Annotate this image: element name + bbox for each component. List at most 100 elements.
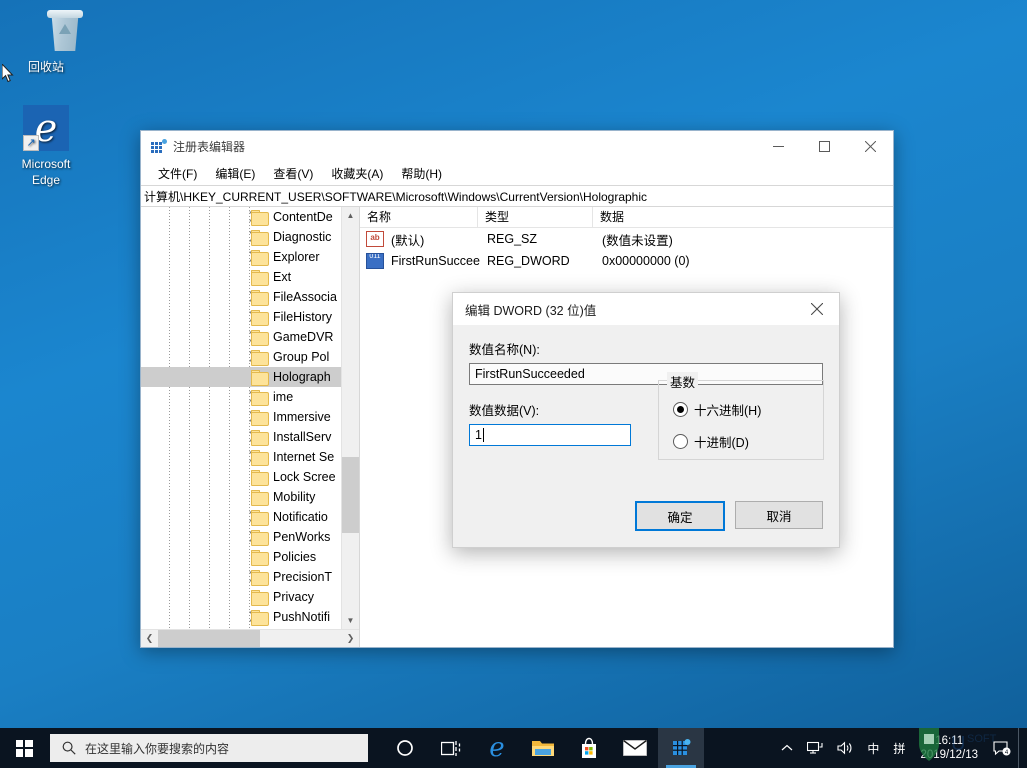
address-bar[interactable]: 计算机\HKEY_CURRENT_USER\SOFTWARE\Microsoft… xyxy=(141,185,893,207)
tree-scroll-area[interactable]: ❯ContentDe❯Diagnostic❯Explorer Ext ❯FileAs… xyxy=(141,207,359,629)
maximize-button[interactable] xyxy=(801,131,847,162)
tree-item[interactable]: ❯Immersive xyxy=(141,407,359,427)
folder-icon xyxy=(251,590,269,606)
tree-item[interactable]: ❯PrecisionT xyxy=(141,567,359,587)
dialog-close-button[interactable] xyxy=(794,293,839,325)
ime-mode-indicator[interactable]: 中 xyxy=(860,728,886,768)
tree-item-label: PrecisionT xyxy=(273,570,333,584)
folder-icon xyxy=(251,410,269,426)
scroll-up-arrow[interactable]: ▲ xyxy=(342,207,359,224)
scroll-down-arrow[interactable]: ▼ xyxy=(342,612,359,629)
tree-item-label: Explorer xyxy=(273,250,320,264)
chevron-up-icon[interactable] xyxy=(774,728,800,768)
table-row[interactable]: 011 FirstRunSuccee... REG_DWORD 0x00000000 … xyxy=(360,250,893,272)
taskbar[interactable]: 在这里输入你要搜索的内容 e 中 拼 16:11 2019/12/13 4 U … xyxy=(0,728,1027,768)
menu-view[interactable]: 查看(V) xyxy=(264,164,322,184)
tree-item-label: FileHistory xyxy=(273,310,333,324)
menu-file[interactable]: 文件(F) xyxy=(149,164,206,184)
tree-horizontal-scrollbar[interactable]: ❮ ❯ xyxy=(141,629,359,647)
taskbar-clock[interactable]: 16:11 2019/12/13 xyxy=(912,728,986,768)
tree-vertical-scrollbar[interactable]: ▲ ▼ xyxy=(341,207,359,629)
tree-item[interactable]: ❯PenWorks xyxy=(141,527,359,547)
scroll-right-arrow[interactable]: ❯ xyxy=(342,630,359,647)
network-icon[interactable] xyxy=(800,728,830,768)
desktop-icon-label: 回收站 xyxy=(27,60,64,74)
clock-date: 2019/12/13 xyxy=(920,749,978,761)
desktop-icon-microsoft-edge[interactable]: e ↗ Microsoft Edge xyxy=(4,103,88,187)
system-tray[interactable]: 中 拼 16:11 2019/12/13 4 xyxy=(774,728,1027,768)
folder-icon xyxy=(251,210,269,226)
table-row[interactable]: ab (默认) REG_SZ (数值未设置) xyxy=(360,228,893,250)
cortana-icon[interactable] xyxy=(382,728,428,768)
mail-icon[interactable] xyxy=(612,728,658,768)
cell-name: (默认) xyxy=(391,233,425,248)
tree-item-label: Notificatio xyxy=(273,510,328,524)
tree-item[interactable]: Ext xyxy=(141,267,359,287)
tree-item[interactable]: ❯ContentDe xyxy=(141,207,359,227)
ime-pinyin-indicator[interactable]: 拼 xyxy=(886,728,912,768)
menu-help[interactable]: 帮助(H) xyxy=(392,164,451,184)
dialog-titlebar[interactable]: 编辑 DWORD (32 位)值 xyxy=(453,293,839,325)
clock-time: 16:11 xyxy=(935,735,964,747)
action-center-icon[interactable]: 4 xyxy=(986,728,1018,768)
column-header-data[interactable]: 数据 xyxy=(593,207,883,227)
tree-item-selected[interactable]: Holograph xyxy=(141,367,359,387)
column-header-type[interactable]: 类型 xyxy=(478,207,593,227)
ok-button[interactable]: 确定 xyxy=(635,501,725,531)
start-button[interactable] xyxy=(0,728,48,768)
tree-item-label: PushNotifi xyxy=(273,610,330,624)
value-data-input[interactable]: 1 xyxy=(469,424,631,446)
cell-data: 0x00000000 (0) xyxy=(602,254,690,268)
scroll-left-arrow[interactable]: ❮ xyxy=(141,630,158,647)
task-view-icon[interactable] xyxy=(428,728,474,768)
volume-icon[interactable] xyxy=(830,728,860,768)
window-titlebar[interactable]: 注册表编辑器 xyxy=(141,131,893,162)
tree-item[interactable]: ❯Group Pol xyxy=(141,347,359,367)
tree-item[interactable]: ❯Internet Se xyxy=(141,447,359,467)
tree-item[interactable]: Lock Scree xyxy=(141,467,359,487)
tree-item-label: Immersive xyxy=(273,410,331,424)
radio-decimal[interactable]: 十进制(D) xyxy=(673,432,823,451)
file-explorer-icon[interactable] xyxy=(520,728,566,768)
desktop-icon-label-line1: Microsoft xyxy=(21,157,71,171)
menu-edit[interactable]: 编辑(E) xyxy=(206,164,264,184)
tree-item[interactable]: ❯PushNotifi xyxy=(141,607,359,627)
horizontal-scroll-thumb[interactable] xyxy=(158,630,260,647)
tree-item[interactable]: Privacy xyxy=(141,587,359,607)
tree-item[interactable]: ❯GameDVR xyxy=(141,327,359,347)
menu-favorites[interactable]: 收藏夹(A) xyxy=(322,164,392,184)
radio-decimal-label: 十进制(D) xyxy=(694,436,749,450)
tree-item[interactable]: ❯Explorer xyxy=(141,247,359,267)
desktop-icon-recycle-bin[interactable]: 回收站 xyxy=(4,8,88,74)
vertical-scroll-thumb[interactable] xyxy=(342,457,359,533)
edge-icon[interactable]: e xyxy=(474,728,520,768)
menu-bar[interactable]: 文件(F) 编辑(E) 查看(V) 收藏夹(A) 帮助(H) xyxy=(141,162,893,185)
tree-item[interactable]: ❯Diagnostic xyxy=(141,227,359,247)
tree-item-label: ContentDe xyxy=(273,210,333,224)
cancel-button[interactable]: 取消 xyxy=(735,501,823,529)
folder-icon xyxy=(251,550,269,566)
edit-dword-dialog[interactable]: 编辑 DWORD (32 位)值 数值名称(N): FirstRunSuccee… xyxy=(452,292,840,548)
desktop[interactable]: 回收站 e ↗ Microsoft Edge 注册表编辑器 文件(F) 编辑(E… xyxy=(0,0,1027,768)
radio-hexadecimal[interactable]: 十六进制(H) xyxy=(673,400,823,419)
tree-item[interactable]: ❯Notificatio xyxy=(141,507,359,527)
dialog-body: 数值名称(N): FirstRunSucceeded 数值数据(V): 1 基数… xyxy=(453,325,839,547)
registry-editor-taskbar-icon[interactable] xyxy=(658,728,704,768)
tree-item[interactable]: ❯InstallServ xyxy=(141,427,359,447)
show-desktop-button[interactable] xyxy=(1018,728,1027,768)
search-input[interactable]: 在这里输入你要搜索的内容 xyxy=(50,734,368,762)
tree-item-label: InstallServ xyxy=(273,430,332,444)
radio-decimal-dot[interactable] xyxy=(673,434,688,449)
radio-hexadecimal-dot[interactable] xyxy=(673,402,688,417)
registry-tree-pane[interactable]: ❯ContentDe❯Diagnostic❯ExplorerExt❯FileAs… xyxy=(141,207,360,647)
tree-item[interactable]: Mobility xyxy=(141,487,359,507)
microsoft-store-icon[interactable] xyxy=(566,728,612,768)
tree-item[interactable]: Policies xyxy=(141,547,359,567)
minimize-button[interactable] xyxy=(755,131,801,162)
base-radio-group: 基数 十六进制(H) 十进制(D) xyxy=(658,372,824,460)
column-header-name[interactable]: 名称 xyxy=(360,207,478,227)
tree-item[interactable]: ❯FileAssocia xyxy=(141,287,359,307)
tree-item[interactable]: ❯ime xyxy=(141,387,359,407)
close-button[interactable] xyxy=(847,131,893,162)
tree-item[interactable]: ❯FileHistory xyxy=(141,307,359,327)
